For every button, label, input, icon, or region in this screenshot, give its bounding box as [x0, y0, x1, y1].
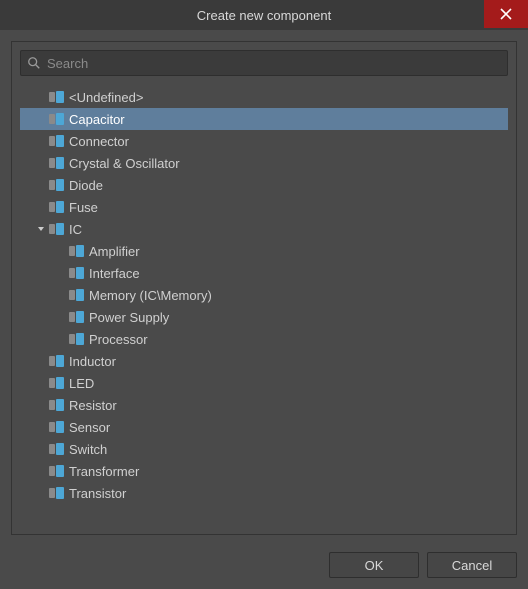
component-icon	[49, 90, 65, 104]
expander-open-icon[interactable]	[34, 222, 48, 236]
component-icon	[49, 134, 65, 148]
component-icon	[49, 178, 65, 192]
component-icon	[49, 398, 65, 412]
tree-item[interactable]: Transistor	[20, 482, 508, 504]
ok-button[interactable]: OK	[329, 552, 419, 578]
tree-item[interactable]: Power Supply	[20, 306, 508, 328]
tree-item-label: LED	[69, 376, 100, 391]
search-field[interactable]	[20, 50, 508, 76]
expander-none	[34, 200, 48, 214]
tree-item[interactable]: Transformer	[20, 460, 508, 482]
component-icon	[69, 288, 85, 302]
expander-none	[34, 442, 48, 456]
tree-item[interactable]: LED	[20, 372, 508, 394]
cancel-button[interactable]: Cancel	[427, 552, 517, 578]
content-panel: <Undefined> Capacitor Connector Crystal & O…	[11, 41, 517, 535]
tree-item-label: Switch	[69, 442, 113, 457]
component-icon	[49, 420, 65, 434]
tree-item[interactable]: Interface	[20, 262, 508, 284]
tree-item-label: Amplifier	[89, 244, 146, 259]
expander-none	[34, 420, 48, 434]
tree-item[interactable]: Inductor	[20, 350, 508, 372]
component-icon	[69, 244, 85, 258]
tree-item-label: Crystal & Oscillator	[69, 156, 186, 171]
tree-item[interactable]: IC	[20, 218, 508, 240]
component-icon	[49, 354, 65, 368]
expander-none	[34, 112, 48, 126]
expander-none	[34, 178, 48, 192]
tree-item-label: Inductor	[69, 354, 122, 369]
dialog-footer: OK Cancel	[0, 546, 528, 589]
tree-item[interactable]: Diode	[20, 174, 508, 196]
tree-item-label: Processor	[89, 332, 154, 347]
component-icon	[69, 332, 85, 346]
component-icon	[69, 266, 85, 280]
expander-none	[34, 486, 48, 500]
tree-item[interactable]: Sensor	[20, 416, 508, 438]
tree-item[interactable]: Memory (IC\Memory)	[20, 284, 508, 306]
tree-item-label: Fuse	[69, 200, 104, 215]
component-icon	[49, 486, 65, 500]
component-icon	[49, 464, 65, 478]
expander-none	[34, 90, 48, 104]
component-icon	[49, 156, 65, 170]
tree-item-label: Power Supply	[89, 310, 175, 325]
close-icon	[500, 8, 512, 20]
expander-none	[54, 244, 68, 258]
tree-item-label: Interface	[89, 266, 146, 281]
tree-item[interactable]: <Undefined>	[20, 86, 508, 108]
tree-item-label: Diode	[69, 178, 109, 193]
tree-item[interactable]: Capacitor	[20, 108, 508, 130]
component-tree[interactable]: <Undefined> Capacitor Connector Crystal & O…	[20, 86, 508, 528]
tree-item-label: Transformer	[69, 464, 145, 479]
search-input[interactable]	[47, 56, 501, 71]
expander-none	[34, 376, 48, 390]
tree-item-label: Resistor	[69, 398, 123, 413]
component-icon	[49, 442, 65, 456]
expander-none	[54, 266, 68, 280]
expander-none	[54, 332, 68, 346]
tree-item-label: Capacitor	[69, 112, 131, 127]
expander-none	[34, 354, 48, 368]
dialog-body: <Undefined> Capacitor Connector Crystal & O…	[0, 30, 528, 546]
expander-none	[54, 288, 68, 302]
tree-item[interactable]: Fuse	[20, 196, 508, 218]
tree-item[interactable]: Resistor	[20, 394, 508, 416]
expander-none	[34, 398, 48, 412]
tree-item[interactable]: Crystal & Oscillator	[20, 152, 508, 174]
titlebar: Create new component	[0, 0, 528, 30]
tree-item-label: Memory (IC\Memory)	[89, 288, 218, 303]
tree-item-label: Transistor	[69, 486, 132, 501]
tree-item[interactable]: Processor	[20, 328, 508, 350]
tree-item[interactable]: Connector	[20, 130, 508, 152]
component-icon	[49, 376, 65, 390]
tree-item-label: Sensor	[69, 420, 116, 435]
component-icon	[69, 310, 85, 324]
tree-item[interactable]: Amplifier	[20, 240, 508, 262]
tree-item-label: IC	[69, 222, 88, 237]
window-title: Create new component	[197, 8, 331, 23]
tree-item-label: Connector	[69, 134, 135, 149]
expander-none	[54, 310, 68, 324]
component-icon	[49, 222, 65, 236]
component-icon	[49, 112, 65, 126]
component-icon	[49, 200, 65, 214]
expander-none	[34, 156, 48, 170]
tree-item[interactable]: Switch	[20, 438, 508, 460]
expander-none	[34, 134, 48, 148]
close-button[interactable]	[484, 0, 528, 28]
tree-item-label: <Undefined>	[69, 90, 149, 105]
expander-none	[34, 464, 48, 478]
search-icon	[27, 56, 41, 70]
